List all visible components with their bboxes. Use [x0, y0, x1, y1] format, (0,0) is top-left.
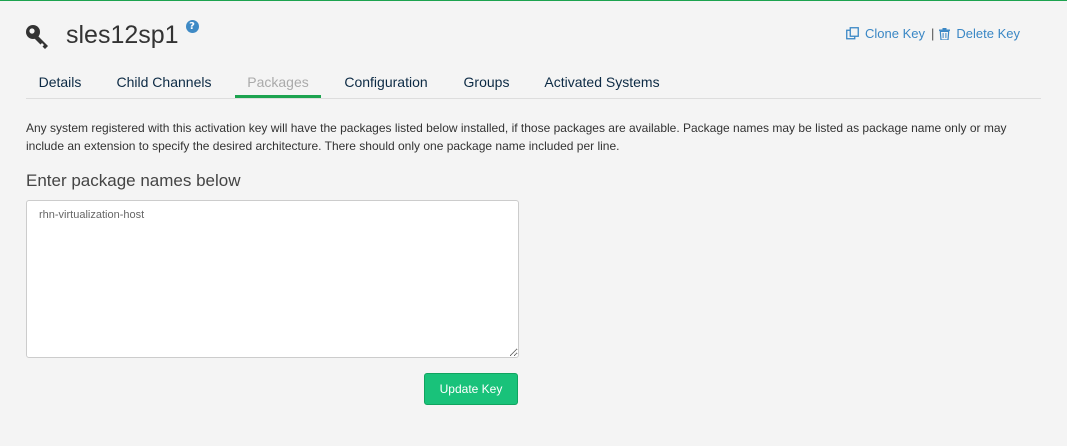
- update-key-button[interactable]: Update Key: [424, 373, 518, 405]
- page-title: sles12sp1: [66, 20, 179, 49]
- clone-key-link[interactable]: Clone Key: [846, 26, 925, 41]
- action-separator: |: [931, 26, 935, 41]
- page: sles12sp1 ? Clone Key | Delete Key Detai…: [0, 1, 1067, 446]
- package-names-textarea[interactable]: rhn-virtualization-host: [26, 200, 519, 358]
- clone-icon: [846, 27, 859, 40]
- key-actions: Clone Key | Delete Key: [846, 26, 1020, 41]
- tab-configuration[interactable]: Configuration: [343, 71, 429, 98]
- tab-groups[interactable]: Groups: [462, 71, 511, 98]
- delete-key-link[interactable]: Delete Key: [939, 26, 1020, 41]
- page-header: sles12sp1 ?: [24, 15, 199, 55]
- delete-key-label: Delete Key: [956, 26, 1020, 41]
- packages-description: Any system registered with this activati…: [26, 121, 1007, 153]
- key-icon: [26, 25, 48, 49]
- tab-packages[interactable]: Packages: [235, 71, 321, 98]
- package-names-label: Enter package names below: [26, 171, 241, 190]
- tab-activated-systems[interactable]: Activated Systems: [543, 71, 661, 98]
- trash-icon: [939, 27, 951, 40]
- help-icon[interactable]: ?: [185, 19, 199, 33]
- tab-details[interactable]: Details: [38, 71, 82, 98]
- clone-key-label: Clone Key: [865, 26, 926, 41]
- tab-child-channels[interactable]: Child Channels: [115, 71, 213, 98]
- tab-bar: Details Child Channels Packages Configur…: [26, 71, 1041, 99]
